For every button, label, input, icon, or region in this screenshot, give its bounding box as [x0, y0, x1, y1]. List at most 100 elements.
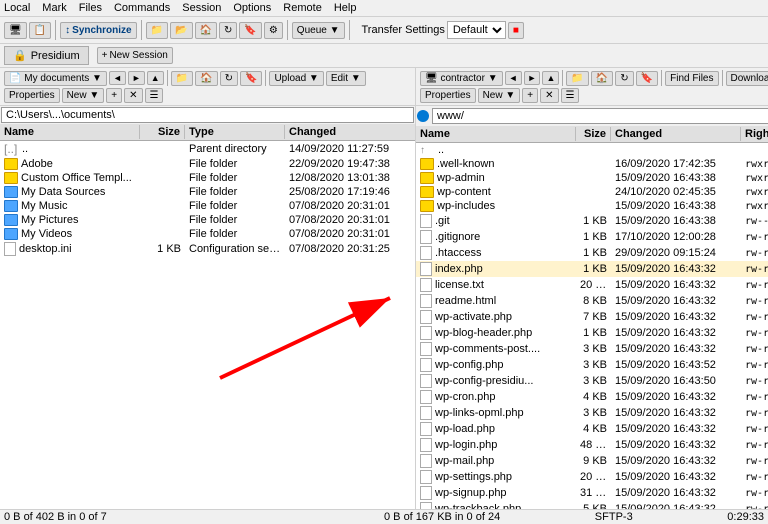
right-contractor-dropdown[interactable]: 🖥 contractor ▼ — [420, 71, 503, 86]
menu-mark[interactable]: Mark — [42, 2, 66, 14]
left-properties-btn[interactable]: Properties — [4, 88, 60, 103]
left-new-btn[interactable]: New ▼ — [62, 88, 105, 103]
left-edit-btn[interactable]: Edit ▼ — [326, 71, 366, 86]
right-file-row[interactable]: wp-blog-header.php 1 KB 15/09/2020 16:43… — [416, 325, 768, 341]
left-view-btn[interactable]: ☰ — [145, 88, 164, 103]
right-col-name[interactable]: Name — [416, 127, 576, 141]
left-file-row[interactable]: Custom Office Templ... File folder 12/08… — [0, 171, 415, 185]
left-upload-btn[interactable]: Upload ▼ — [269, 71, 323, 86]
right-file-row[interactable]: license.txt 20 KB 15/09/2020 16:43:32 rw… — [416, 277, 768, 293]
queue-button[interactable]: Queue ▼ — [292, 22, 345, 39]
left-bookmark-btn[interactable]: 🔖 — [240, 71, 262, 86]
right-file-row[interactable]: .htaccess 1 KB 29/09/2020 09:15:24 rw-r-… — [416, 245, 768, 261]
left-delete-btn[interactable]: ✕ — [124, 88, 142, 103]
right-file-row[interactable]: wp-login.php 48 KB 15/09/2020 16:43:32 r… — [416, 437, 768, 453]
right-file-row[interactable]: wp-activate.php 7 KB 15/09/2020 16:43:32… — [416, 309, 768, 325]
right-folder-btn[interactable]: 📁 — [566, 71, 588, 86]
left-up-btn[interactable]: ▲ — [147, 71, 164, 85]
right-file-row[interactable]: wp-signup.php 31 KB 15/09/2020 16:43:32 … — [416, 485, 768, 501]
left-add-btn[interactable]: + — [106, 88, 122, 103]
right-file-row[interactable]: wp-mail.php 9 KB 15/09/2020 16:43:32 rw-… — [416, 453, 768, 469]
new-session-button[interactable]: + New Session — [97, 47, 173, 64]
menu-local[interactable]: Local — [4, 2, 30, 14]
left-col-size[interactable]: Size — [140, 125, 185, 139]
right-up-btn[interactable]: ▲ — [542, 71, 559, 85]
right-file-row[interactable]: wp-links-opml.php 3 KB 15/09/2020 16:43:… — [416, 405, 768, 421]
left-home-btn[interactable]: 🏠 — [195, 71, 217, 86]
left-file-row[interactable]: My Data Sources File folder 25/08/2020 1… — [0, 185, 415, 199]
right-properties-btn[interactable]: Properties — [420, 88, 476, 103]
right-file-row[interactable]: wp-includes 15/09/2020 16:43:38 rwxr-xr-… — [416, 199, 768, 213]
toolbar-marks-icon[interactable]: 📋 — [29, 22, 51, 39]
refresh-icon[interactable]: ↻ — [219, 22, 237, 39]
right-file-row[interactable]: wp-cron.php 4 KB 15/09/2020 16:43:32 rw-… — [416, 389, 768, 405]
left-file-row[interactable]: desktop.ini 1 KB Configuration sett... 0… — [0, 241, 415, 257]
folder-icon-1[interactable]: 📁 — [146, 22, 168, 39]
left-refresh-btn[interactable]: ↻ — [220, 71, 238, 86]
right-add-btn[interactable]: + — [522, 88, 538, 103]
right-download-btn[interactable]: Download ▼ — [726, 71, 768, 86]
right-back-btn[interactable]: ◄ — [505, 71, 522, 85]
left-file-row[interactable]: [..].. Parent directory 14/09/2020 11:27… — [0, 141, 415, 157]
left-col-changed[interactable]: Changed — [285, 125, 415, 139]
right-file-row[interactable]: .git 1 KB 15/09/2020 16:43:38 rw------- … — [416, 213, 768, 229]
menu-files[interactable]: Files — [79, 2, 102, 14]
presidium-tab[interactable]: 🔒 Presidium — [4, 46, 89, 65]
right-file-row[interactable]: wp-comments-post.... 3 KB 15/09/2020 16:… — [416, 341, 768, 357]
left-file-row[interactable]: My Videos File folder 07/08/2020 20:31:0… — [0, 227, 415, 241]
menu-help[interactable]: Help — [334, 2, 357, 14]
right-path-bar[interactable]: www/ — [432, 108, 768, 124]
toolbar-local-icon[interactable]: 🖥 — [4, 22, 27, 39]
right-col-changed[interactable]: Changed — [611, 127, 741, 141]
right-view-btn[interactable]: ☰ — [561, 88, 580, 103]
left-file-row[interactable]: Adobe File folder 22/09/2020 19:47:38 — [0, 157, 415, 171]
right-delete-btn[interactable]: ✕ — [540, 88, 558, 103]
right-file-row[interactable]: .gitignore 1 KB 17/10/2020 12:00:28 rw-r… — [416, 229, 768, 245]
left-my-documents-dropdown[interactable]: 📄 My documents ▼ — [4, 71, 107, 86]
menu-options[interactable]: Options — [233, 2, 271, 14]
right-file-row[interactable]: wp-config-presidiu... 3 KB 15/09/2020 16… — [416, 373, 768, 389]
right-file-size: 3 KB — [576, 359, 611, 371]
right-forward-btn[interactable]: ► — [524, 71, 541, 85]
left-path-bar[interactable]: C:\Users\...\ocuments\ — [1, 107, 414, 123]
settings-icon[interactable]: ⚙ — [264, 22, 283, 39]
right-bookmark-btn[interactable]: 🔖 — [636, 71, 658, 86]
left-file-list[interactable]: [..].. Parent directory 14/09/2020 11:27… — [0, 141, 415, 509]
right-pane-indicator — [417, 110, 429, 122]
left-back-btn[interactable]: ◄ — [109, 71, 126, 85]
right-file-row[interactable]: wp-config.php 3 KB 15/09/2020 16:43:52 r… — [416, 357, 768, 373]
left-col-name[interactable]: Name — [0, 125, 140, 139]
home-icon[interactable]: 🏠 — [195, 22, 217, 39]
right-col-size[interactable]: Size — [576, 127, 611, 141]
right-file-row[interactable]: wp-content 24/10/2020 02:45:35 rwxr-xr-x… — [416, 185, 768, 199]
right-file-row[interactable]: .well-known 16/09/2020 17:42:35 rwxr-xr-… — [416, 157, 768, 171]
right-new-btn[interactable]: New ▼ — [478, 88, 521, 103]
bookmark-icon[interactable]: 🔖 — [239, 22, 261, 39]
right-file-name: wp-load.php — [416, 422, 576, 436]
left-file-row[interactable]: My Pictures File folder 07/08/2020 20:31… — [0, 213, 415, 227]
right-home-btn[interactable]: 🏠 — [591, 71, 613, 86]
left-col-type[interactable]: Type — [185, 125, 285, 139]
right-refresh-btn[interactable]: ↻ — [615, 71, 633, 86]
right-col-rights[interactable]: Rights — [741, 127, 768, 141]
folder-icon-2[interactable]: 📂 — [170, 22, 192, 39]
right-file-list[interactable]: ↑.. .well-known 16/09/2020 17:42:35 rwxr… — [416, 143, 768, 509]
menu-session[interactable]: Session — [182, 2, 221, 14]
right-file-row[interactable]: readme.html 8 KB 15/09/2020 16:43:32 rw-… — [416, 293, 768, 309]
left-file-row[interactable]: My Music File folder 07/08/2020 20:31:01 — [0, 199, 415, 213]
right-file-row[interactable]: wp-load.php 4 KB 15/09/2020 16:43:32 rw-… — [416, 421, 768, 437]
right-file-row[interactable]: wp-admin 15/09/2020 16:43:38 rwxr-xr-x n… — [416, 171, 768, 185]
right-file-row[interactable]: ↑.. — [416, 143, 768, 157]
menu-remote[interactable]: Remote — [283, 2, 322, 14]
left-file-changed: 07/08/2020 20:31:01 — [285, 214, 415, 226]
right-file-row[interactable]: wp-trackback.php 5 KB 15/09/2020 16:43:3… — [416, 501, 768, 509]
menu-commands[interactable]: Commands — [114, 2, 170, 14]
stop-button[interactable]: ■ — [508, 22, 524, 39]
left-folder-btn[interactable]: 📁 — [171, 71, 193, 86]
synchronize-button[interactable]: ↕ Synchronize — [60, 22, 136, 39]
right-file-row[interactable]: index.php 1 KB 15/09/2020 16:43:32 rw-r-… — [416, 261, 768, 277]
right-file-row[interactable]: wp-settings.php 20 KB 15/09/2020 16:43:3… — [416, 469, 768, 485]
transfer-settings-dropdown[interactable]: Default — [447, 21, 506, 39]
left-forward-btn[interactable]: ► — [128, 71, 145, 85]
right-find-files-btn[interactable]: Find Files — [665, 71, 718, 86]
